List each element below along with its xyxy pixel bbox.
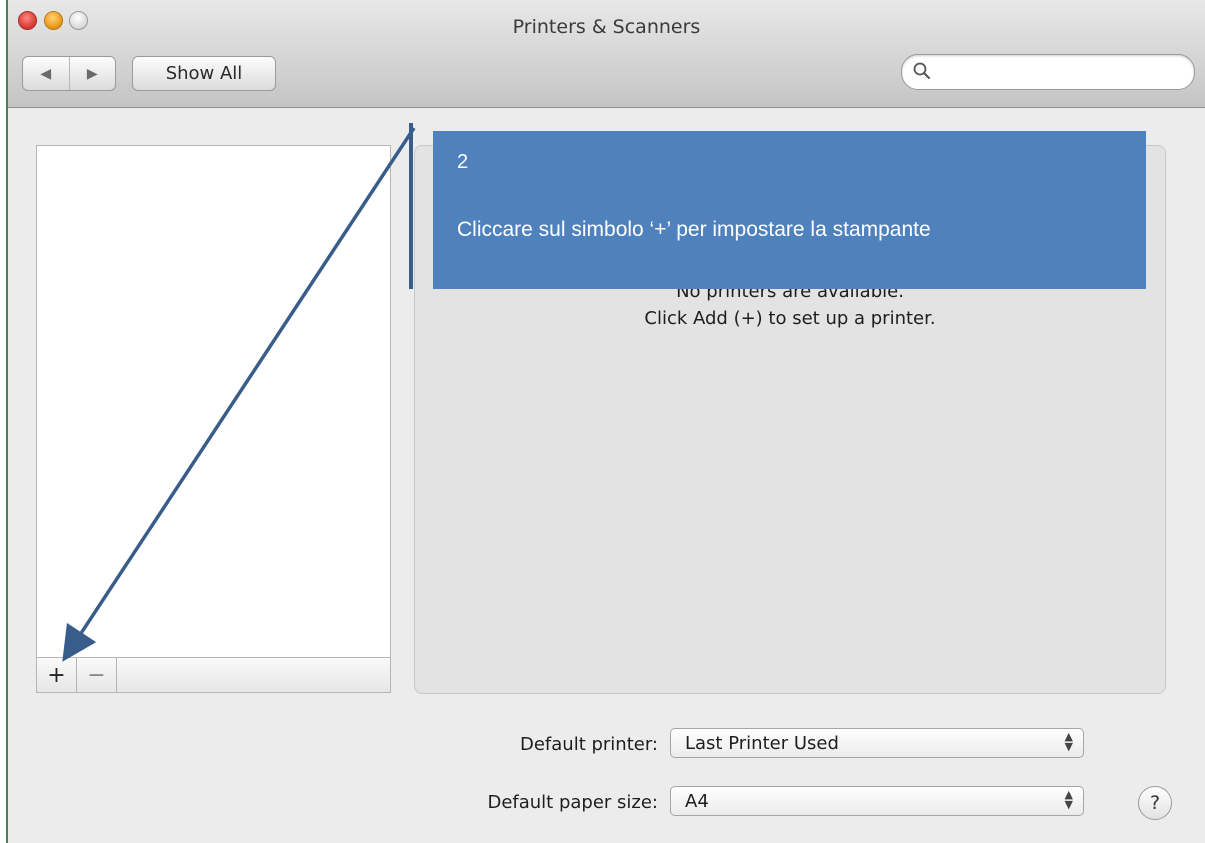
search-field[interactable] bbox=[901, 54, 1195, 90]
callout-pointer-bar bbox=[409, 123, 413, 289]
default-printer-popup[interactable]: Last Printer Used ▲ ▼ bbox=[670, 728, 1084, 758]
remove-printer-button[interactable]: − bbox=[77, 658, 117, 692]
default-printer-value: Last Printer Used bbox=[685, 733, 839, 754]
back-forward-control: ◀ ▶ bbox=[22, 56, 116, 91]
default-paper-size-label: Default paper size: bbox=[487, 792, 658, 813]
callout-text: Cliccare sul simbolo ‘+’ per impostare l… bbox=[457, 218, 931, 241]
popup-updown-icon: ▲ ▼ bbox=[1064, 788, 1073, 811]
default-paper-size-value: A4 bbox=[685, 791, 709, 812]
instruction-callout: 2 Cliccare sul simbolo ‘+’ per impostare… bbox=[433, 131, 1146, 289]
back-arrow-icon: ◀ bbox=[40, 65, 52, 82]
add-printer-button[interactable]: + bbox=[37, 658, 77, 692]
forward-button[interactable]: ▶ bbox=[68, 57, 116, 90]
forward-arrow-icon: ▶ bbox=[86, 65, 98, 82]
printer-list[interactable] bbox=[36, 145, 391, 658]
callout-step-number: 2 bbox=[457, 151, 469, 173]
back-button[interactable]: ◀ bbox=[23, 57, 69, 90]
titlebar: Printers & Scanners ◀ ▶ Show All bbox=[8, 0, 1205, 108]
default-printer-label: Default printer: bbox=[519, 734, 658, 755]
no-printers-line-2: Click Add (+) to set up a printer. bbox=[644, 308, 936, 329]
search-input[interactable] bbox=[938, 60, 1182, 84]
show-all-button[interactable]: Show All bbox=[132, 56, 276, 91]
help-button[interactable]: ? bbox=[1138, 786, 1172, 820]
popup-updown-icon: ▲ ▼ bbox=[1064, 730, 1073, 753]
window-left-edge bbox=[0, 0, 8, 843]
printer-list-toolbar: + − bbox=[36, 657, 391, 693]
window-title: Printers & Scanners bbox=[512, 16, 701, 38]
default-paper-size-popup[interactable]: A4 ▲ ▼ bbox=[670, 786, 1084, 816]
search-icon bbox=[913, 62, 930, 79]
